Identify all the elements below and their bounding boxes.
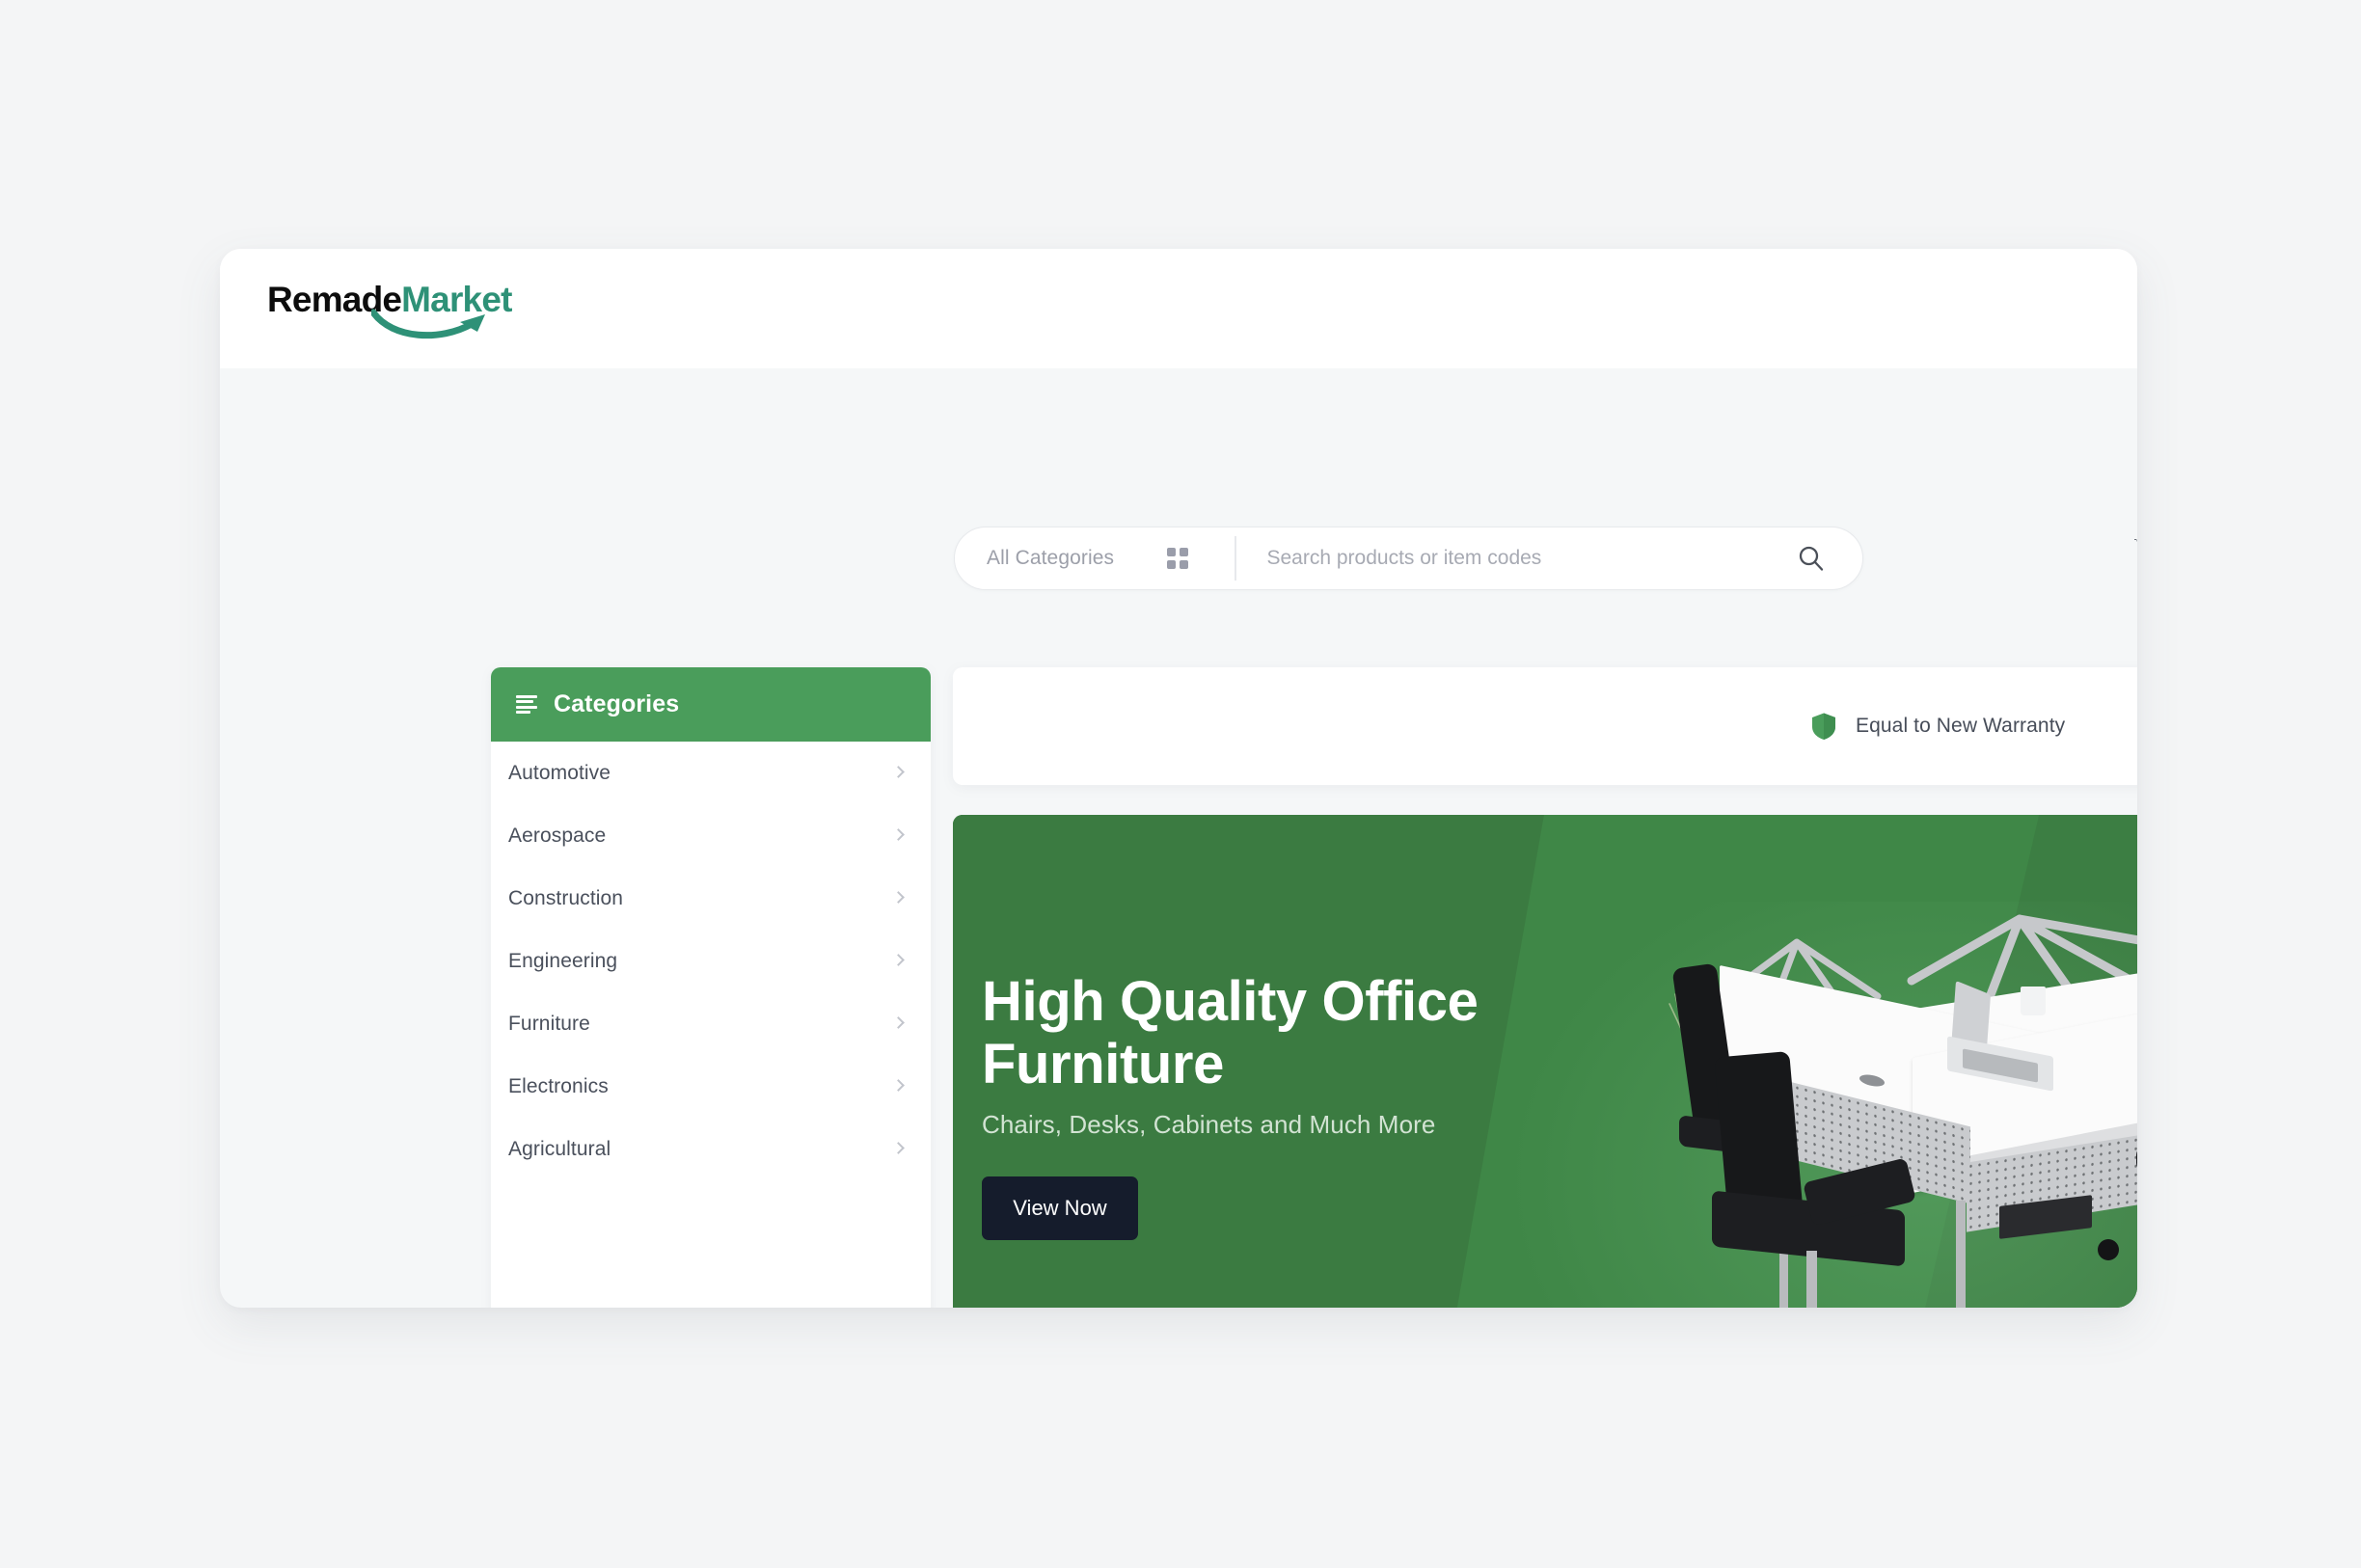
sidebar-item-label: Agricultural	[508, 1137, 611, 1160]
sidebar-item-label: Furniture	[508, 1012, 590, 1035]
hero-subtitle: Chairs, Desks, Cabinets and Much More	[982, 1109, 1436, 1139]
chevron-right-icon	[894, 1142, 903, 1156]
office-furniture-photo	[1662, 911, 2137, 1308]
trust-label: Equal to New Warranty	[1856, 715, 2066, 737]
chevron-right-icon	[894, 891, 903, 906]
hero-banner[interactable]: High Quality Office Furniture Chairs, De…	[953, 815, 2137, 1308]
categories-list: Automotive Aerospace Construction Engineeri…	[491, 742, 931, 1180]
sidebar-item-construction[interactable]: Construction	[491, 867, 931, 930]
search-bar: All Categories	[954, 527, 1863, 590]
categories-title: Categories	[554, 690, 680, 717]
sidebar-item-label: Construction	[508, 886, 624, 909]
sidebar-item-label: Engineering	[508, 949, 618, 972]
trust-badges-bar: Equal to New Warranty Blockchain Enabled…	[953, 667, 2137, 785]
search-field-wrap	[1236, 527, 1863, 589]
chevron-right-icon	[894, 1079, 903, 1094]
sidebar-item-label: Electronics	[508, 1074, 609, 1097]
category-select-value: All Categories	[987, 547, 1115, 569]
storefront-page-card: RemadeMarket All Categories Search produ…	[220, 249, 2137, 1308]
sidebar-item-label: Automotive	[508, 761, 611, 784]
shield-icon	[1812, 713, 1835, 740]
sidebar-item-automotive[interactable]: Automotive	[491, 742, 931, 804]
sidebar-item-agricultural[interactable]: Agricultural	[491, 1118, 931, 1180]
sidebar-item-label: Aerospace	[508, 824, 607, 847]
chevron-right-icon	[894, 828, 903, 843]
search-icon[interactable]	[1797, 544, 1826, 573]
sidebar-item-engineering[interactable]: Engineering	[491, 930, 931, 992]
view-now-label: View Now	[1013, 1195, 1107, 1220]
hamburger-icon	[516, 695, 537, 714]
sidebar-item-furniture[interactable]: Furniture	[491, 992, 931, 1055]
chevron-right-icon	[894, 954, 903, 968]
sidebar-item-aerospace[interactable]: Aerospace	[491, 804, 931, 867]
sidebar-item-electronics[interactable]: Electronics	[491, 1055, 931, 1118]
swoosh-arrow-icon	[371, 309, 485, 339]
categories-header[interactable]: Categories	[491, 667, 931, 742]
category-select[interactable]: All Categories	[955, 527, 1235, 589]
categories-sidebar: Categories Automotive Aerospace Constructi…	[491, 667, 931, 1308]
shopping-cart-icon[interactable]	[2132, 536, 2137, 573]
chevron-right-icon	[894, 766, 903, 780]
trust-item-warranty: Equal to New Warranty	[1809, 712, 2065, 741]
hero-title: High Quality Office Furniture	[982, 970, 1479, 1095]
chevron-right-icon	[894, 1016, 903, 1031]
grid-icon	[1167, 548, 1188, 569]
hero-copy: High Quality Office Furniture Chairs, De…	[982, 970, 1599, 1240]
search-input[interactable]	[1266, 547, 1807, 570]
brand-logo[interactable]: RemadeMarket	[267, 280, 576, 339]
view-now-button[interactable]: View Now	[982, 1176, 1138, 1240]
